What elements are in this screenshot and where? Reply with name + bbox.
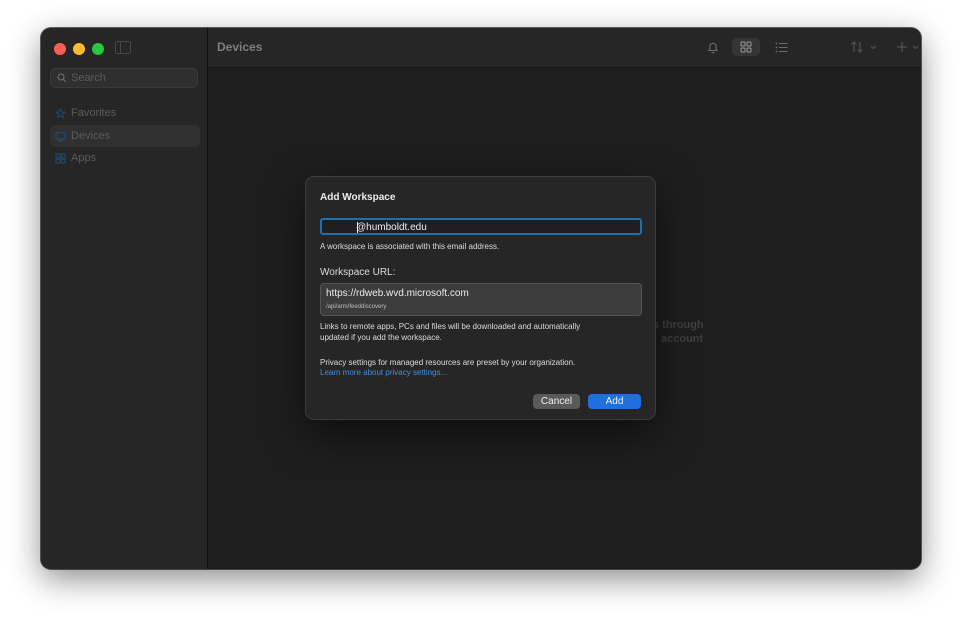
close-window-button[interactable] [54, 43, 66, 55]
grid-view-icon[interactable] [732, 38, 760, 56]
workspace-url-path: /api/arm/feeddiscovery [326, 304, 387, 310]
app-window: Favorites Devices Apps Devices [41, 28, 921, 569]
add-icon[interactable] [895, 38, 921, 56]
sidebar-item-label: Apps [71, 152, 97, 164]
sidebar-item-label: Devices [71, 130, 111, 142]
page-title: Devices [217, 40, 263, 54]
star-icon [55, 107, 66, 119]
traffic-lights [54, 43, 104, 55]
grid-icon [55, 153, 66, 164]
workspace-url-main: https://rdweb.wvd.microsoft.com [326, 288, 469, 299]
search-input[interactable] [71, 69, 191, 87]
minimize-window-button[interactable] [73, 43, 85, 55]
sidebar: Favorites Devices Apps [41, 28, 208, 569]
empty-state-text: s through account [653, 318, 704, 346]
sidebar-toggle-icon[interactable] [115, 41, 131, 54]
download-note-line-2: updated if you add the workspace. [320, 332, 442, 342]
bell-icon[interactable] [705, 38, 721, 56]
sidebar-item-label: Favorites [71, 107, 117, 119]
download-note-line-1: Links to remote apps, PCs and files will… [320, 322, 581, 331]
search-icon [57, 73, 67, 83]
toolbar: Devices [208, 28, 921, 68]
empty-state-line: account [661, 333, 704, 345]
privacy-settings-link[interactable]: Learn more about privacy settings... [320, 368, 447, 377]
add-workspace-dialog: Add Workspace @humboldt.edu A workspace … [305, 176, 656, 420]
monitor-icon [55, 131, 66, 142]
sidebar-item-favorites[interactable]: Favorites [50, 102, 200, 124]
text-caret [357, 222, 358, 233]
email-text: @humboldt.edu [356, 222, 427, 233]
workspace-url-field[interactable]: https://rdweb.wvd.microsoft.com /api/arm… [320, 283, 642, 316]
email-field[interactable]: @humboldt.edu [320, 218, 642, 235]
search-field[interactable] [50, 68, 198, 88]
workspace-url-label: Workspace URL: [320, 267, 396, 278]
privacy-note: Privacy settings for managed resources a… [320, 358, 576, 367]
sidebar-item-devices[interactable]: Devices [50, 125, 200, 147]
sort-icon[interactable] [848, 38, 882, 56]
zoom-window-button[interactable] [92, 43, 104, 55]
dialog-title: Add Workspace [320, 192, 396, 203]
list-view-icon[interactable] [770, 38, 792, 56]
empty-state-line: s through [653, 319, 704, 331]
email-hint: A workspace is associated with this emai… [320, 242, 500, 251]
cancel-button[interactable]: Cancel [533, 394, 580, 409]
sidebar-item-apps[interactable]: Apps [50, 147, 200, 169]
add-button[interactable]: Add [588, 394, 641, 409]
